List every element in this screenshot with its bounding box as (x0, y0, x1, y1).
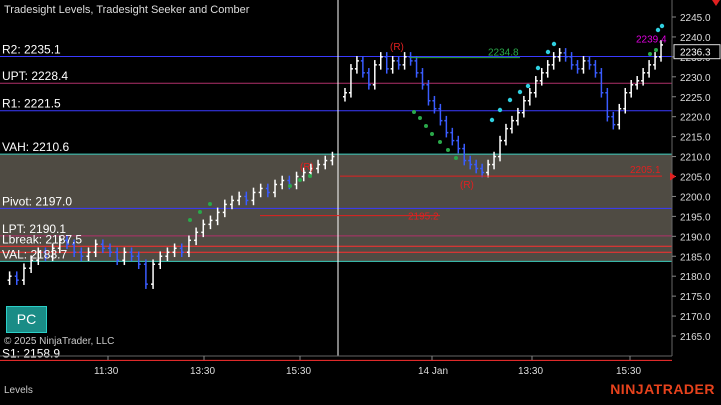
price-axis-label: 2205.0 (680, 173, 711, 184)
seeker-count-dot (418, 116, 422, 120)
seeker-count-dot (288, 184, 292, 188)
seeker-count-dot (655, 27, 661, 33)
seeker-count-dot (188, 218, 192, 222)
level-label-r2: R2: 2235.1 (2, 42, 61, 56)
axis-reset-arrow (670, 172, 676, 181)
chart-title: Tradesight Levels, Tradesight Seeker and… (4, 4, 250, 16)
seeker-count-dot (412, 110, 416, 114)
price-axis-label: 2170.0 (680, 312, 711, 323)
price-axis-label: 2185.0 (680, 252, 711, 263)
axis-down-arrow (712, 0, 720, 6)
seeker-count-dot (308, 174, 312, 178)
reset-mark: (R) (390, 42, 404, 53)
level-label-upt: UPT: 2228.4 (2, 69, 68, 83)
seeker-count-dot (659, 23, 665, 29)
price-axis-label: 2200.0 (680, 192, 711, 203)
seeker-count-dot (517, 89, 523, 95)
tab-levels[interactable]: Levels (4, 385, 33, 396)
level-label-val: VAL: 2183.7 (2, 247, 67, 261)
seeker-count-dot (654, 48, 658, 52)
pc-button[interactable]: PC (6, 306, 47, 333)
current-price-marker: 2239.4 (636, 34, 667, 45)
time-axis-label: 13:30 (518, 366, 543, 377)
time-axis-label: 15:30 (616, 366, 641, 377)
reset-mark: (R) (460, 180, 474, 191)
price-axis-label: 2180.0 (680, 272, 711, 283)
price-axis-label: 2175.0 (680, 292, 711, 303)
price-axis-label: 2165.0 (680, 332, 711, 343)
price-axis-label: 2210.0 (680, 153, 711, 164)
time-axis-label: 15:30 (286, 366, 311, 377)
level-label-r1: R1: 2221.5 (2, 97, 61, 111)
seeker-count-dot (446, 148, 450, 152)
seeker-count-dot (489, 117, 495, 123)
price-axis-label: 2195.0 (680, 212, 711, 223)
annotation-2234: 2234.8 (488, 48, 519, 59)
price-axis-label: 2190.0 (680, 232, 711, 243)
ninjatrader-logo: NINJATRADER (610, 381, 715, 397)
seeker-count-dot (430, 132, 434, 136)
annotation-2205: 2205.1 (630, 165, 661, 176)
seeker-count-dot (497, 107, 503, 113)
time-axis-label: 11:30 (94, 366, 119, 377)
price-axis-label: 2240.0 (680, 33, 711, 44)
time-axis-label: 14 Jan (418, 366, 448, 377)
seeker-count-dot (208, 202, 212, 206)
seeker-count-dot (648, 52, 652, 56)
level-label-vah: VAH: 2210.6 (2, 140, 69, 154)
price-axis-label: 2215.0 (680, 133, 711, 144)
seeker-count-dot (525, 83, 531, 89)
price-axis-label: 2225.0 (680, 93, 711, 104)
level-label-s1: S1: 2158.9 (2, 346, 60, 360)
seeker-count-dot (454, 156, 458, 160)
price-axis-label: 2220.0 (680, 113, 711, 124)
seeker-count-dot (535, 65, 541, 71)
seeker-count-dot (298, 178, 302, 182)
value-area-band (0, 154, 672, 262)
last-price-label: 2236.3 (680, 48, 711, 59)
seeker-count-dot (198, 210, 202, 214)
copyright-text: © 2025 NinjaTrader, LLC (4, 336, 115, 347)
price-axis-label: 2230.0 (680, 73, 711, 84)
seeker-count-dot (551, 41, 557, 47)
seeker-count-dot (438, 140, 442, 144)
price-axis-label: 2245.0 (680, 13, 711, 24)
annotation-2195: 2195.2 (408, 212, 439, 223)
level-label-lbreak: Lbreak: 2187.5 (2, 232, 82, 246)
seeker-count-dot (424, 124, 428, 128)
seeker-count-dot (507, 97, 513, 103)
level-label-pivot: Pivot: 2197.0 (2, 194, 72, 208)
time-axis-label: 13:30 (190, 366, 215, 377)
reset-mark: (R) (300, 162, 314, 173)
seeker-count-dot (545, 49, 551, 55)
